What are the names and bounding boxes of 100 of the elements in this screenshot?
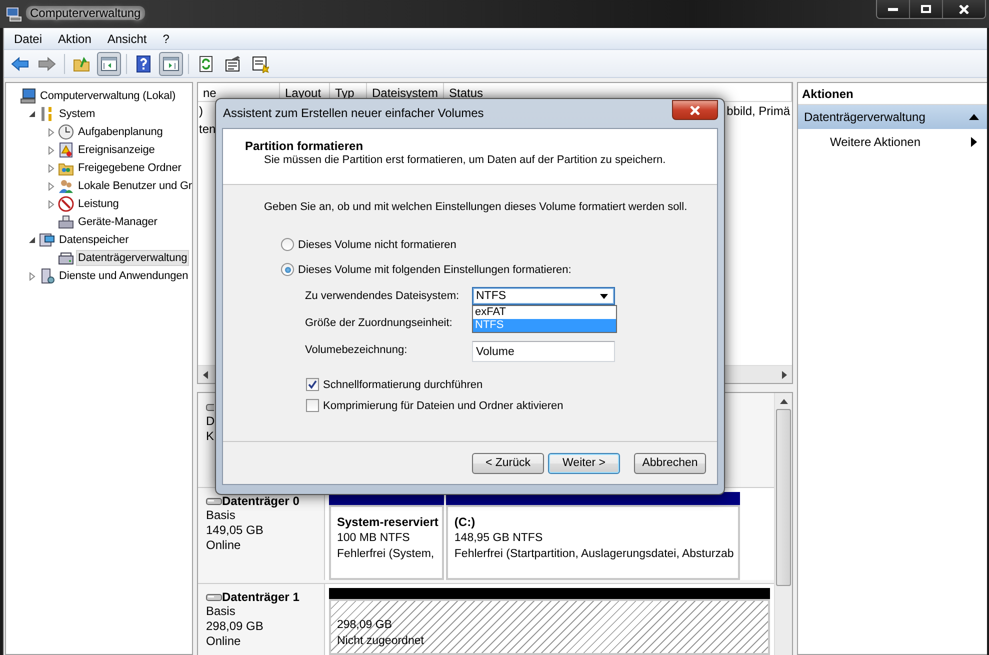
minimize-button[interactable] [877,0,909,18]
checkbox-label: Komprimierung für Dateien und Ordner aktivieren [323,400,564,412]
action-link[interactable]: Weitere Aktionen [830,135,920,149]
device-icon [58,214,74,230]
disk-info: 149,05 GB [206,523,264,538]
log-icon [58,142,74,158]
submenu-arrow-icon [971,137,977,147]
folder-icon [73,54,91,72]
partition-info: 100 MB NTFS [337,531,411,546]
field-label: Größe der Zuordnungseinheit: [305,316,454,329]
dialog-button[interactable]: Abbrechen [634,452,706,474]
file-system-dropdown[interactable]: NTFS [472,287,615,305]
partition-info: 298,09 GB [337,618,393,633]
field-label: Volumebezeichnung: [305,343,408,356]
radio-button[interactable] [281,263,294,276]
partition-box[interactable]: System-reserviert 100 MB NTFS Fehlerfrei (System, [329,505,444,580]
help-icon [135,54,153,72]
disk-name: Datenträger 1 [222,590,300,604]
maximize-button[interactable] [909,0,942,18]
close-button[interactable] [672,100,718,120]
tree-item[interactable]: Leistung [76,196,121,212]
close-button[interactable] [942,0,985,18]
table-cell: ) [198,104,203,118]
partition-box[interactable]: 298,09 GB Nicht zugeordnet [329,599,770,655]
properties-icon [224,54,242,72]
collapse-arrow-icon[interactable] [28,110,36,118]
users-icon [58,178,74,194]
expand-arrow-icon[interactable] [47,164,55,172]
tree-item[interactable]: Geräte-Manager [76,214,160,230]
caret-icon [600,294,608,298]
input-field[interactable]: Volume [472,341,615,362]
scroll-left-icon[interactable] [203,370,208,378]
partition-name: System-reserviert [337,515,438,530]
checkbox[interactable] [306,399,319,412]
field-label: Zu verwendendes Dateisystem: [305,289,460,302]
collapse-arrow-icon[interactable] [969,113,979,121]
tree-item[interactable]: Freigegebene Ordner [76,160,184,176]
dropdown-option[interactable]: exFAT [473,306,616,319]
scroll-right-icon[interactable] [782,370,787,378]
expand-arrow-icon[interactable] [47,146,55,154]
tree-item[interactable]: Dienste und Anwendungen [57,268,190,284]
disk-info: Online [206,538,241,553]
minimize-icon [888,8,898,10]
disk-info: D [206,414,215,429]
partition-info: Fehlerfrei (System, [337,547,436,562]
disk-info: K [206,429,214,444]
refresh-icon [197,54,215,72]
maximize-icon [921,5,931,13]
tree-item[interactable]: Aufgabenplanung [76,124,165,140]
wizard-heading: Partition formatieren [245,139,364,153]
expand-arrow-icon[interactable] [47,200,55,208]
vertical-scrollbar[interactable] [774,393,792,655]
tree-item[interactable]: System [57,106,98,122]
checkbox-label: Schnellformatierung durchführen [323,378,483,390]
radio-label: Dieses Volume nicht formatieren [298,238,456,250]
menu-item[interactable]: Aktion [50,32,100,46]
menu-item[interactable]: ? [154,32,178,46]
dialog-title: Assistent zum Erstellen neuer einfacher Volumes [223,106,484,120]
checkbox[interactable] [306,378,319,391]
partition-box[interactable]: (C:) 148,95 GB NTFS Fehlerfrei (Startpartition, Auslagerungsdatei, Absturzab [446,505,740,580]
section-header[interactable]: Datenträgerverwaltung [798,105,987,129]
expand-arrow-icon[interactable] [47,128,55,136]
menu-item[interactable]: Ansicht [99,32,155,46]
wizard-icon [251,54,269,72]
tree-item[interactable]: Lokale Benutzer und Gr [76,178,194,194]
table-cell-text: bbild, Primä [726,104,791,118]
instruction-text: Geben Sie an, ob und mit welchen Einstellungen dieses Volume formatiert werden soll. [264,201,688,213]
radio-label: Dieses Volume mit folgenden Einstellungen formatieren: [298,264,572,276]
forward-arrow-icon [38,54,56,72]
tree-item[interactable]: Computerverwaltung (Lokal) [38,88,178,104]
table-cell: ten [198,122,216,136]
scroll-up-icon[interactable] [780,399,788,404]
computer-icon [20,88,36,104]
expand-arrow-icon[interactable] [28,272,36,280]
disk-info: 298,09 GB [206,619,264,634]
tree-item[interactable]: Datenträgerverwaltung [76,250,190,266]
gauge-icon [58,196,74,212]
partition-info: Nicht zugeordnet [337,634,425,649]
radio-button[interactable] [281,238,294,251]
disk-drive-icon [58,250,74,266]
disk-name: Datenträger 0 [222,494,300,508]
server-icon [39,268,55,284]
expand-arrow-icon[interactable] [47,182,55,190]
tree-item[interactable]: Ereignisanzeige [76,142,157,158]
partition-name: (C:) [454,515,476,530]
dialog-button[interactable]: Weiter > [548,452,620,474]
close-icon [690,106,700,114]
disk-info: Online [206,634,241,649]
back-arrow-icon [11,54,29,72]
menu-item[interactable]: Datei [6,32,50,46]
collapse-arrow-icon[interactable] [28,236,36,244]
tree-item[interactable]: Datenspeicher [57,232,131,248]
wizard-subheading: Sie müssen die Partition erst formatieren, um Daten auf der Partition zu speichern. [263,154,667,166]
disk-info: Basis [206,508,236,523]
partition-info: Fehlerfrei (Startpartition, Auslagerungsdatei, Absturzab [454,547,734,562]
clock-icon [58,124,74,140]
pane-icon [162,54,180,72]
partition-info: 148,95 GB NTFS [454,531,544,546]
dialog-button[interactable]: < Zurück [472,452,544,474]
computer-icon [6,6,22,22]
